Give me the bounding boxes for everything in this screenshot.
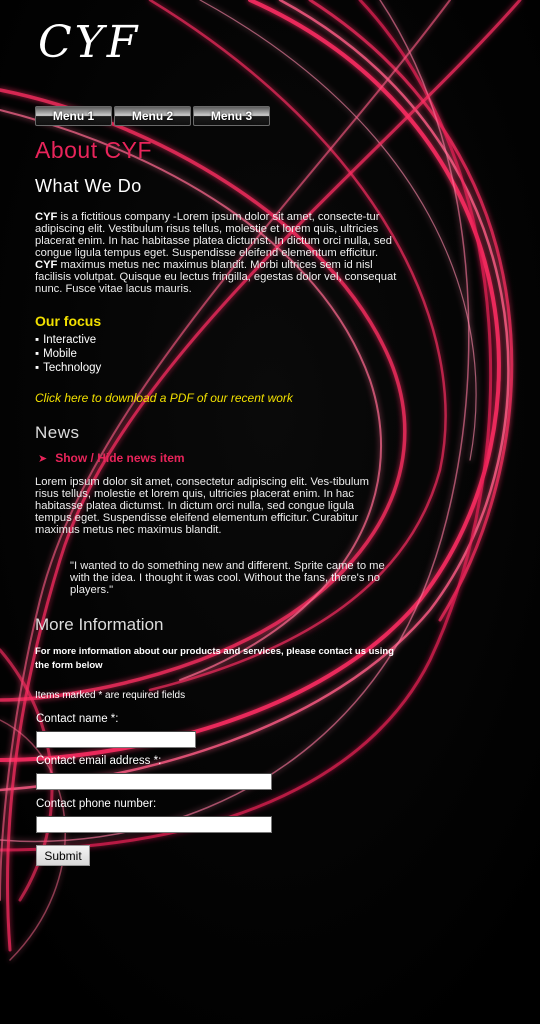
main-menu: Menu 1 Menu 2 Menu 3 <box>35 106 272 126</box>
about-paragraph: CYF is a fictitious company -Lorem ipsum… <box>35 211 400 295</box>
contact-phone-input[interactable] <box>36 816 272 833</box>
news-quote: "I wanted to do something new and differ… <box>70 560 385 596</box>
required-fields-note: Items marked * are required fields <box>35 690 186 701</box>
contact-email-label: Contact email address *: <box>36 755 162 767</box>
about-company-name-2: CYF <box>35 259 58 271</box>
about-text-part2: maximus metus nec maximus blandit. Morbi… <box>35 259 397 295</box>
arrow-right-icon: ➤ <box>38 452 48 465</box>
contact-name-label: Contact name *: <box>36 713 119 725</box>
menu-item-2-label: Menu 2 <box>131 109 174 123</box>
about-text-part1: is a fictitious company -Lorem ipsum dol… <box>35 211 392 259</box>
what-we-do-heading: What We Do <box>35 176 142 196</box>
page-content: CYF Menu 1 Menu 2 Menu 3 About CYF What … <box>0 0 540 1024</box>
about-company-name: CYF <box>35 211 58 223</box>
focus-list: Interactive Mobile Technology <box>35 333 101 375</box>
contact-phone-label: Contact phone number: <box>36 798 157 810</box>
site-logo[interactable]: CYF <box>38 18 140 68</box>
focus-item-mobile: Mobile <box>35 347 101 361</box>
news-heading: News <box>35 423 80 442</box>
contact-email-input[interactable] <box>36 773 272 790</box>
news-toggle-label: Show / Hide news item <box>55 451 185 465</box>
news-toggle-button[interactable]: ➤ Show / Hide news item <box>38 451 185 465</box>
contact-name-input[interactable] <box>36 731 196 748</box>
more-information-text: For more information about our products … <box>35 646 394 671</box>
more-information-heading: More Information <box>35 615 164 634</box>
menu-item-3[interactable]: Menu 3 <box>193 106 270 126</box>
submit-button[interactable]: Submit <box>36 845 90 866</box>
menu-item-1[interactable]: Menu 1 <box>35 106 112 126</box>
menu-item-3-label: Menu 3 <box>210 109 253 123</box>
download-pdf-link[interactable]: Click here to download a PDF of our rece… <box>35 391 293 405</box>
menu-item-2[interactable]: Menu 2 <box>114 106 191 126</box>
focus-item-technology: Technology <box>35 361 101 375</box>
focus-item-interactive: Interactive <box>35 333 101 347</box>
news-item-text: Lorem ipsum dolor sit amet, consectetur … <box>35 476 369 536</box>
menu-item-1-label: Menu 1 <box>52 109 95 123</box>
our-focus-heading: Our focus <box>35 313 102 329</box>
about-heading: About CYF <box>35 137 152 163</box>
